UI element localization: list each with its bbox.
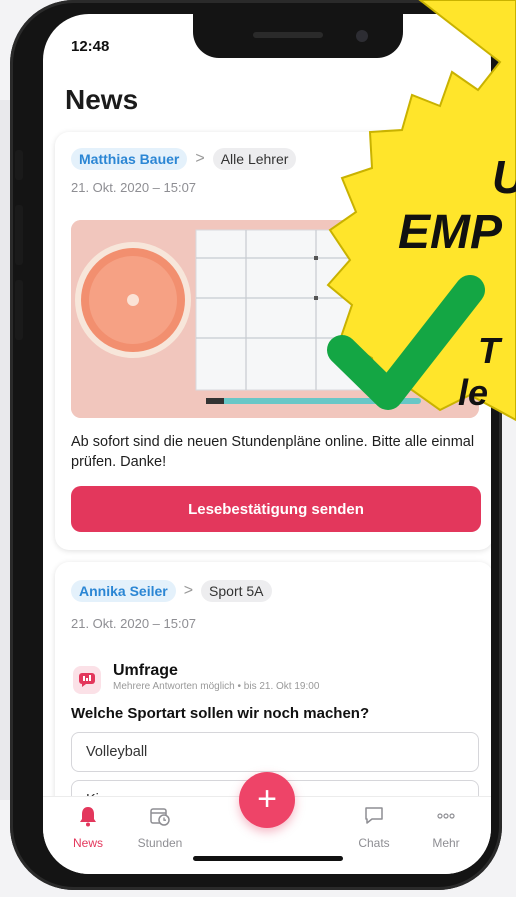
post-date: 21. Okt. 2020 – 15:07 [71, 616, 197, 631]
tab-label: News [72, 836, 103, 850]
news-card[interactable]: Matthias Bauer > Alle Lehrer 21. Okt. 20… [55, 132, 491, 550]
page-title: News [65, 84, 139, 115]
tab-chats[interactable]: Chats [339, 805, 409, 850]
poll-subtitle: Mehrere Antworten möglich • bis 21. Okt … [113, 681, 320, 692]
group-chip[interactable]: Alle Lehrer [212, 148, 297, 170]
calendar-clock-icon [150, 808, 170, 826]
camera [356, 30, 368, 42]
volume-up-button [15, 205, 23, 265]
phone-frame: 12:48 News Matthias Bauer > Alle Lehrer … [10, 0, 502, 890]
tab-label: Mehr [432, 836, 460, 850]
chat-bubble-icon [365, 807, 383, 824]
poll-title: Umfrage [113, 662, 178, 679]
post-date: 21. Okt. 2020 – 15:07 [71, 180, 197, 195]
tab-news[interactable]: News [53, 805, 123, 850]
mute-switch [15, 150, 23, 180]
notch [193, 14, 403, 58]
tab-mehr[interactable]: Mehr [411, 805, 481, 850]
speaker [253, 32, 323, 38]
tab-stunden[interactable]: Stunden [125, 805, 195, 850]
post-image[interactable] [71, 220, 479, 418]
poll-question: Welche Sportart sollen wir noch machen? [71, 705, 370, 722]
more-dots-icon [437, 813, 455, 819]
breadcrumb-separator: > [183, 582, 194, 599]
app-screen: 12:48 News Matthias Bauer > Alle Lehrer … [43, 14, 491, 874]
read-confirmation-button[interactable]: Lesebestätigung senden [71, 486, 481, 532]
author-chip[interactable]: Matthias Bauer [71, 148, 188, 170]
bell-icon [80, 807, 96, 827]
add-button[interactable]: + [239, 772, 295, 828]
tab-label: Chats [358, 836, 390, 850]
breadcrumb-separator: > [195, 150, 205, 167]
post-text: Ab sofort sind die neuen Stundenpläne on… [71, 434, 475, 470]
breadcrumb: Matthias Bauer > Alle Lehrer [71, 148, 297, 170]
poll-icon [73, 666, 101, 694]
breadcrumb: Annika Seiler > Sport 5A [71, 580, 272, 602]
author-chip[interactable]: Annika Seiler [71, 580, 176, 602]
poll-option[interactable]: Volleyball [71, 732, 479, 772]
volume-down-button [15, 280, 23, 340]
group-chip[interactable]: Sport 5A [201, 580, 272, 602]
tab-label: Stunden [137, 836, 183, 850]
status-time: 12:48 [71, 38, 110, 55]
home-indicator [193, 856, 343, 861]
